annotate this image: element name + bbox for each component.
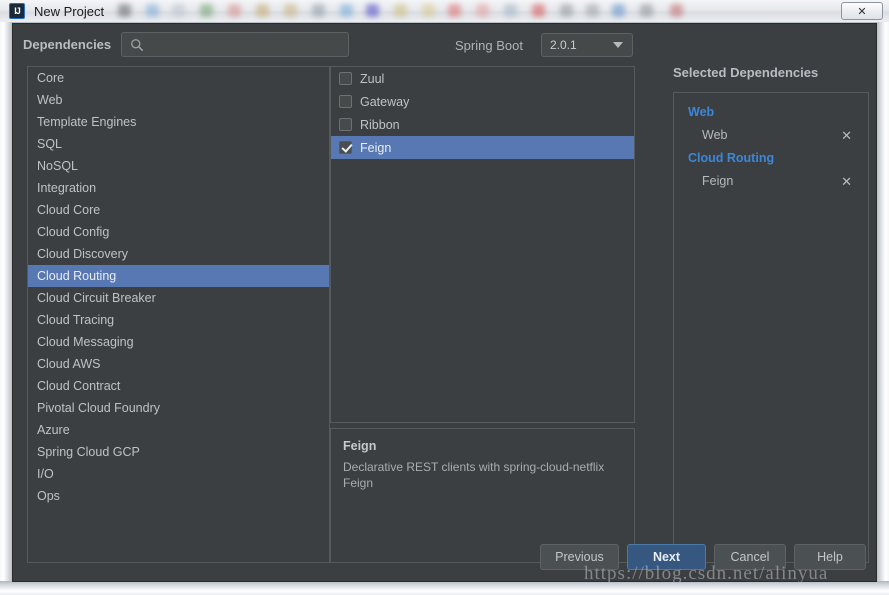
category-item-label: NoSQL: [37, 159, 78, 173]
cancel-button[interactable]: Cancel: [714, 544, 786, 570]
category-item[interactable]: Azure: [28, 419, 329, 441]
selected-dependency-entry: Web ✕: [674, 123, 868, 147]
search-field[interactable]: [121, 32, 349, 57]
selected-dependencies-title: Selected Dependencies: [673, 65, 819, 80]
selected-group-header: Web: [688, 105, 715, 119]
dependency-item-label: Zuul: [360, 71, 385, 86]
category-item-label: Cloud Messaging: [37, 335, 134, 349]
category-item-label: Cloud Config: [37, 225, 110, 239]
category-item[interactable]: Cloud Core: [28, 199, 329, 221]
selected-dependency-label: Web: [702, 128, 728, 142]
dependency-item[interactable]: Zuul: [331, 67, 634, 90]
chevron-down-icon: [613, 42, 623, 48]
dialog-button-bar: Previous Next Cancel Help: [13, 535, 878, 581]
dialog-toolbar: Dependencies Spring Boot 2.0.1: [13, 24, 878, 66]
dependency-item-label: Feign: [360, 140, 392, 155]
dependency-item-label: Gateway: [360, 94, 410, 109]
description-title: Feign: [343, 439, 377, 453]
selected-dependency-entry: Feign ✕: [674, 169, 868, 193]
selected-dependencies-panel: Web Web ✕ Cloud Routing Feign ✕: [673, 92, 869, 563]
dependencies-label: Dependencies: [23, 37, 112, 52]
dependency-item[interactable]: Ribbon: [331, 113, 634, 136]
category-item-label: Pivotal Cloud Foundry: [37, 401, 160, 415]
category-item-label: SQL: [37, 137, 63, 151]
category-item[interactable]: Cloud Routing: [28, 265, 329, 287]
spring-boot-version-value: 2.0.1: [550, 38, 577, 52]
category-item[interactable]: NoSQL: [28, 155, 329, 177]
frame-right-edge: [875, 22, 889, 595]
checkbox-icon[interactable]: [339, 95, 352, 108]
category-item-label: Cloud Discovery: [37, 247, 129, 261]
close-icon[interactable]: ✕: [841, 2, 883, 20]
category-item[interactable]: Cloud Circuit Breaker: [28, 287, 329, 309]
category-item[interactable]: Cloud Contract: [28, 375, 329, 397]
spring-boot-version-select[interactable]: 2.0.1: [541, 33, 633, 57]
taskbar-blurred-icons: [112, 0, 889, 22]
search-input[interactable]: [144, 34, 348, 55]
frame-bottom-edge: [0, 581, 889, 595]
intellij-idea-icon: IJ: [9, 3, 25, 19]
category-item[interactable]: Cloud Config: [28, 221, 329, 243]
spring-boot-label: Spring Boot: [455, 38, 523, 53]
description-text: Declarative REST clients with spring-clo…: [343, 460, 605, 490]
new-project-dialog: IJ New Project ✕ Dependencies Spring Boo…: [0, 0, 889, 595]
category-item[interactable]: Web: [28, 89, 329, 111]
dependency-item-label: Ribbon: [360, 117, 400, 132]
dependency-item[interactable]: Feign: [331, 136, 634, 159]
category-item-label: Web: [37, 93, 63, 107]
remove-dependency-icon[interactable]: ✕: [839, 173, 854, 190]
category-item-label: I/O: [37, 467, 54, 481]
selected-group-header: Cloud Routing: [688, 151, 775, 165]
previous-button[interactable]: Previous: [540, 544, 619, 570]
category-item-label: Core: [37, 71, 65, 85]
title-bar: IJ New Project ✕: [0, 0, 889, 23]
category-item[interactable]: Spring Cloud GCP: [28, 441, 329, 463]
category-item-label: Cloud Contract: [37, 379, 121, 393]
search-icon: [131, 38, 144, 51]
checkbox-icon[interactable]: [339, 118, 352, 131]
category-item[interactable]: Cloud AWS: [28, 353, 329, 375]
category-item-label: Ops: [37, 489, 60, 503]
next-button[interactable]: Next: [627, 544, 706, 570]
category-item[interactable]: Cloud Discovery: [28, 243, 329, 265]
category-item[interactable]: SQL: [28, 133, 329, 155]
window-title: New Project: [34, 3, 105, 19]
help-button[interactable]: Help: [794, 544, 866, 570]
category-item-label: Cloud Core: [37, 203, 101, 217]
dependency-item[interactable]: Gateway: [331, 90, 634, 113]
category-item-label: Spring Cloud GCP: [37, 445, 140, 459]
category-item[interactable]: Pivotal Cloud Foundry: [28, 397, 329, 419]
category-item-label: Template Engines: [37, 115, 137, 129]
category-item-label: Cloud Routing: [37, 269, 117, 283]
category-item-label: Azure: [37, 423, 70, 437]
category-item[interactable]: Template Engines: [28, 111, 329, 133]
dependency-list[interactable]: Zuul Gateway Ribbon Feign: [330, 66, 635, 423]
category-item-label: Cloud Circuit Breaker: [37, 291, 156, 305]
category-list[interactable]: Core Web Template Engines SQL NoSQL Integrati…: [27, 66, 330, 563]
remove-dependency-icon[interactable]: ✕: [839, 127, 854, 144]
category-item[interactable]: Cloud Messaging: [28, 331, 329, 353]
dialog-body: Dependencies Spring Boot 2.0.1 Core Web Te…: [12, 23, 877, 582]
checkbox-icon[interactable]: [339, 72, 352, 85]
category-item[interactable]: Cloud Tracing: [28, 309, 329, 331]
category-item[interactable]: Core: [28, 67, 329, 89]
checkbox-checked-icon[interactable]: [339, 141, 352, 154]
category-item-label: Cloud AWS: [37, 357, 101, 371]
category-item[interactable]: I/O: [28, 463, 329, 485]
category-item[interactable]: Integration: [28, 177, 329, 199]
selected-dependency-label: Feign: [702, 174, 734, 188]
category-item-label: Integration: [37, 181, 97, 195]
category-item[interactable]: Ops: [28, 485, 329, 507]
category-item-label: Cloud Tracing: [37, 313, 115, 327]
